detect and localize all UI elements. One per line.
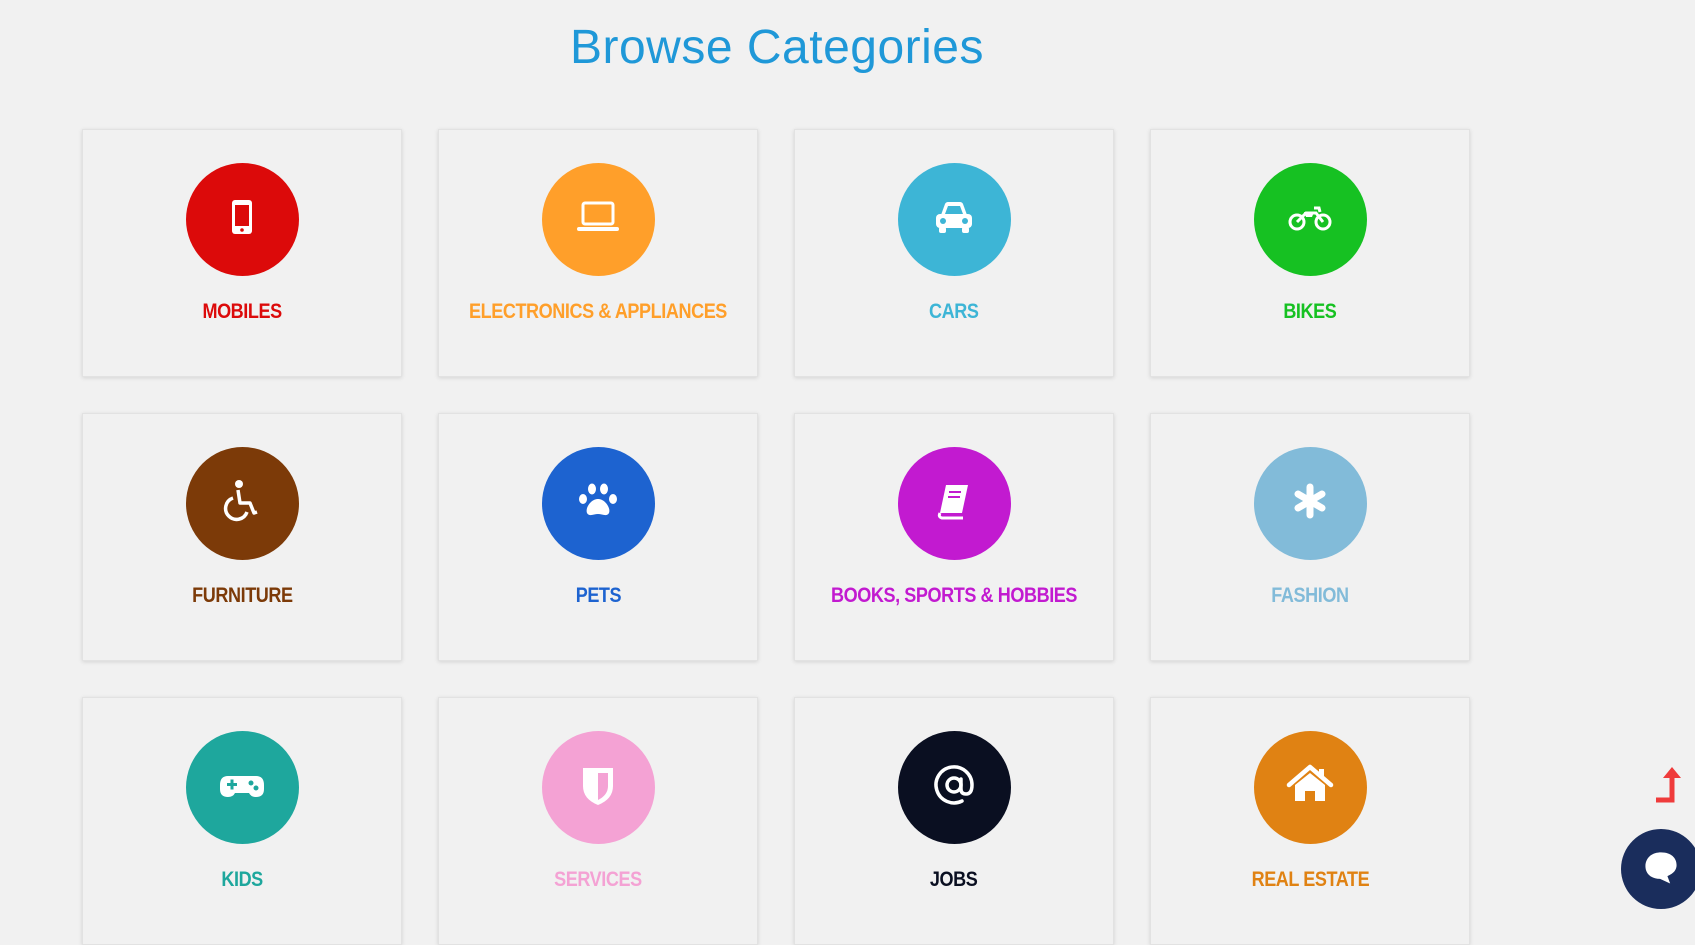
category-card-jobs[interactable]: JOBS (794, 697, 1114, 945)
gamepad-icon (216, 759, 268, 816)
category-icon-circle (897, 731, 1011, 844)
category-label: BOOKS, SPORTS & HOBBIES (830, 584, 1077, 607)
laptop-icon (572, 191, 624, 248)
book-icon (928, 475, 980, 532)
wheelchair-icon (216, 475, 268, 532)
category-card-real-estate[interactable]: REAL ESTATE (1150, 697, 1470, 945)
motorcycle-icon (1284, 191, 1336, 248)
category-card-cars[interactable]: CARS (794, 129, 1114, 377)
category-grid: MOBILES ELECTRONICS & APPLIANCES CARS BI… (82, 129, 1470, 945)
category-icon-circle (541, 163, 655, 276)
category-label: ELECTRONICS & APPLIANCES (469, 300, 727, 323)
asterisk-icon (1284, 475, 1336, 532)
category-card-fashion[interactable]: FASHION (1150, 413, 1470, 661)
category-label: CARS (929, 300, 979, 323)
category-icon-circle (1253, 731, 1367, 844)
category-icon-circle (185, 447, 299, 560)
category-label: JOBS (930, 868, 978, 891)
category-label: KIDS (221, 868, 263, 891)
category-icon-circle (897, 163, 1011, 276)
shield-icon (572, 759, 624, 816)
category-card-furniture[interactable]: FURNITURE (82, 413, 402, 661)
category-card-books[interactable]: BOOKS, SPORTS & HOBBIES (794, 413, 1114, 661)
chat-bubble-icon (1639, 845, 1683, 894)
chat-widget-button[interactable] (1621, 829, 1695, 909)
category-card-kids[interactable]: KIDS (82, 697, 402, 945)
scroll-to-top-button[interactable] (1652, 764, 1688, 804)
category-card-pets[interactable]: PETS (438, 413, 758, 661)
category-label: MOBILES (202, 300, 282, 323)
category-icon-circle (897, 447, 1011, 560)
category-icon-circle (541, 731, 655, 844)
category-icon-circle (1253, 447, 1367, 560)
house-icon (1284, 759, 1336, 816)
paw-icon (572, 475, 624, 532)
category-label: SERVICES (554, 868, 642, 891)
category-label: REAL ESTATE (1251, 868, 1369, 891)
category-icon-circle (541, 447, 655, 560)
arrow-up-right-icon (1652, 767, 1688, 808)
category-icon-circle (1253, 163, 1367, 276)
category-icon-circle (185, 163, 299, 276)
category-card-electronics[interactable]: ELECTRONICS & APPLIANCES (438, 129, 758, 377)
mobile-phone-icon (216, 191, 268, 248)
page-title: Browse Categories (569, 21, 984, 74)
category-icon-circle (185, 731, 299, 844)
at-sign-icon (928, 759, 980, 816)
category-label: FURNITURE (191, 584, 293, 607)
car-icon (928, 191, 980, 248)
category-card-bikes[interactable]: BIKES (1150, 129, 1470, 377)
category-label: BIKES (1283, 300, 1337, 323)
category-label: FASHION (1271, 584, 1349, 607)
category-card-services[interactable]: SERVICES (438, 697, 758, 945)
category-card-mobiles[interactable]: MOBILES (82, 129, 402, 377)
category-label: PETS (575, 584, 621, 607)
